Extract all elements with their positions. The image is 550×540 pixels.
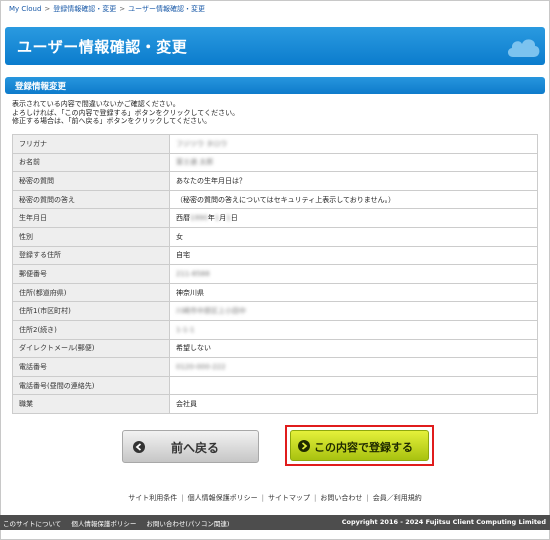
- confirm-register-button[interactable]: この内容で登録する: [290, 430, 429, 461]
- row-label: お名前: [12, 152, 170, 173]
- birth-year: 1990: [190, 214, 208, 223]
- birth-day: 1: [226, 214, 231, 223]
- row-value: あなたの生年月日は？: [169, 171, 538, 191]
- row-value: 0120-000-222: [169, 357, 538, 377]
- footer-link-contact[interactable]: お問い合わせ: [320, 494, 362, 502]
- back-button-label: 前へ戻る: [171, 441, 220, 455]
- row-label: 登録する住所: [12, 245, 170, 266]
- instruction-line: 修正する場合は、「前へ戻る」ボタンをクリックしてください。: [12, 117, 212, 125]
- section-title: 登録情報変更: [15, 82, 67, 92]
- table-row: 電話番号 0120-000-222: [12, 357, 538, 377]
- row-label: 生年月日: [12, 208, 170, 228]
- row-label: 電話番号(昼間の連絡先): [12, 375, 170, 396]
- page-title-bar: ユーザー情報確認・変更: [5, 27, 545, 65]
- masked-value: フジツウ タロウ: [176, 139, 228, 148]
- birth-year-unit: 年: [207, 214, 215, 223]
- breadcrumb-separator: >: [44, 5, 51, 13]
- breadcrumb-separator: >: [119, 5, 126, 13]
- row-value: フジツウ タロウ: [169, 134, 538, 154]
- cloud-icon: [507, 39, 540, 57]
- bottom-link-privacy[interactable]: 個人情報保護ポリシー: [71, 520, 136, 528]
- registration-info-table: フリガナ フジツウ タロウ お名前 富士通 太郎 秘密の質問 あなたの生年月日は？ 秘…: [12, 134, 538, 414]
- confirm-button-label: この内容で登録する: [314, 441, 413, 454]
- row-value: 1-1-1: [169, 319, 538, 340]
- masked-value: 富士通 太郎: [176, 158, 214, 167]
- instructions: 表示されている内容で間違いないかご確認ください。 よろしければ、「この内容で登録…: [12, 100, 239, 126]
- row-label: 電話番号: [12, 357, 170, 377]
- section-header: 登録情報変更: [5, 77, 545, 94]
- table-row: フリガナ フジツウ タロウ: [12, 134, 538, 154]
- table-row: 生年月日 西暦1990年1月1日: [12, 208, 538, 228]
- table-row: 職業 会社員: [12, 394, 538, 414]
- birth-era: 西暦: [176, 214, 190, 223]
- row-value: 川崎市中原区上小田中: [169, 301, 538, 321]
- footer-separator: |: [261, 494, 264, 502]
- breadcrumb-link-my-cloud[interactable]: My Cloud: [9, 5, 41, 13]
- table-row: 住所(都道府県) 神奈川県: [12, 282, 538, 303]
- masked-value: 0120-000-222: [176, 362, 226, 371]
- instruction-line: 表示されている内容で間違いないかご確認ください。: [12, 100, 180, 108]
- masked-value: 1-1-1: [176, 325, 195, 334]
- table-row: 電話番号(昼間の連絡先): [12, 375, 538, 396]
- masked-value: 211-8588: [176, 269, 210, 278]
- footer-link-membership-terms[interactable]: 会員／利用規約: [373, 494, 422, 502]
- row-label: 秘密の質問の答え: [12, 189, 170, 210]
- row-label: 職業: [12, 394, 170, 414]
- bottom-footer: このサイトについて 個人情報保護ポリシー お問い合わせ(パソコン関連) Copyri…: [0, 515, 550, 530]
- footer-separator: |: [314, 494, 317, 502]
- row-value: （秘密の質問の答えについてはセキュリティ上表示しておりません。）: [169, 189, 538, 210]
- row-value: 神奈川県: [169, 282, 538, 303]
- row-label: 住所(都道府県): [12, 282, 170, 303]
- instruction-line: よろしければ、「この内容で登録する」ボタンをクリックしてください。: [12, 108, 240, 117]
- row-label: 性別: [12, 226, 170, 247]
- table-row: 住所2(続き) 1-1-1: [12, 319, 538, 340]
- bottom-link-about[interactable]: このサイトについて: [3, 520, 61, 528]
- row-value: 会社員: [169, 394, 538, 414]
- arrow-left-icon: [133, 441, 145, 453]
- row-value: 自宅: [169, 245, 538, 266]
- row-value: [169, 375, 538, 396]
- table-row: 登録する住所 自宅: [12, 245, 538, 266]
- page-title: ユーザー情報確認・変更: [17, 38, 188, 56]
- footer-separator: |: [181, 494, 184, 502]
- row-label: 住所1(市区町村): [12, 301, 170, 321]
- table-row: ダイレクトメール(郵便) 希望しない: [12, 338, 538, 359]
- breadcrumb-link-account-info[interactable]: 登録情報確認・変更: [53, 5, 116, 13]
- row-value: 富士通 太郎: [169, 152, 538, 173]
- row-label: フリガナ: [12, 134, 170, 154]
- birth-month: 1: [214, 214, 220, 223]
- row-value: 211-8588: [169, 264, 538, 284]
- footer-separator: |: [366, 494, 369, 502]
- birth-day-unit: 日: [230, 214, 238, 223]
- bottom-links: このサイトについて 個人情報保護ポリシー お問い合わせ(パソコン関連): [3, 518, 239, 528]
- row-value: 西暦1990年1月1日: [169, 208, 538, 228]
- masked-value: 川崎市中原区上小田中: [176, 307, 246, 316]
- back-button[interactable]: 前へ戻る: [122, 430, 259, 463]
- table-row: 郵便番号 211-8588: [12, 264, 538, 284]
- footer-link-privacy[interactable]: 個人情報保護ポリシー: [188, 494, 258, 502]
- arrow-right-icon: [298, 440, 310, 452]
- table-row: お名前 富士通 太郎: [12, 152, 538, 173]
- row-label: ダイレクトメール(郵便): [12, 338, 170, 359]
- footer-links: サイト利用条件 | 個人情報保護ポリシー | サイトマップ | お問い合わせ | 会員／利用規約: [0, 493, 550, 503]
- table-row: 秘密の質問 あなたの生年月日は？: [12, 171, 538, 191]
- breadcrumb: My Cloud > 登録情報確認・変更 > ユーザー情報確認・変更: [9, 4, 205, 14]
- table-row: 性別女: [12, 226, 538, 247]
- row-value: 希望しない: [169, 338, 538, 359]
- table-row: 秘密の質問の答え （秘密の質問の答えについてはセキュリティ上表示しておりません。）: [12, 189, 538, 210]
- row-label: 住所2(続き): [12, 319, 170, 340]
- row-label: 秘密の質問: [12, 171, 170, 191]
- row-label: 郵便番号: [12, 264, 170, 284]
- footer-link-sitemap[interactable]: サイトマップ: [268, 494, 310, 502]
- footer-link-terms[interactable]: サイト利用条件: [128, 494, 177, 502]
- bottom-link-pc-contact[interactable]: お問い合わせ(パソコン関連): [146, 520, 229, 528]
- copyright: Copyright 2016 - 2024 Fujitsu Client Com…: [341, 518, 546, 526]
- table-row: 住所1(市区町村) 川崎市中原区上小田中: [12, 301, 538, 321]
- breadcrumb-current: ユーザー情報確認・変更: [128, 5, 206, 13]
- row-value: 女: [169, 226, 538, 247]
